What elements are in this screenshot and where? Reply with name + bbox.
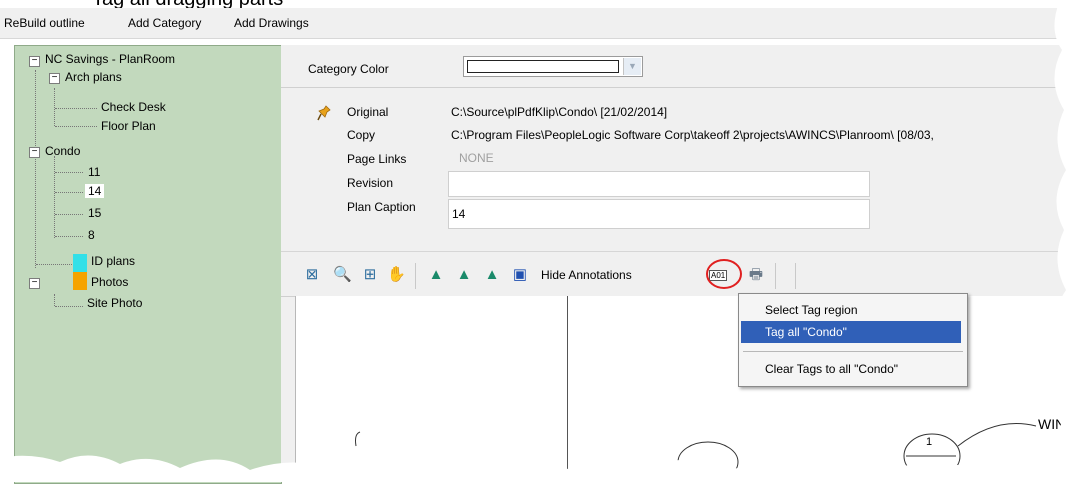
plan-caption-field[interactable]: 14: [448, 199, 870, 229]
category-tree[interactable]: − NC Savings - PlanRoom − Arch plans Che…: [14, 45, 282, 484]
drawing-bubble-label: 1: [926, 436, 933, 448]
zoom-100-icon[interactable]: 🔍: [333, 266, 352, 284]
add-category-menu[interactable]: Add Category: [128, 16, 201, 30]
page-links-value: NONE: [459, 151, 494, 165]
collapse-root-icon[interactable]: −: [29, 56, 40, 67]
tree-line: [55, 214, 83, 215]
toolbar-separator: [775, 263, 776, 289]
category-color-row: Category Color ▼: [281, 45, 1078, 88]
zoom-area-icon[interactable]: ⊞: [361, 266, 379, 284]
tree-line: [36, 264, 74, 265]
tree-line: [55, 306, 83, 307]
save-icon[interactable]: ▣: [511, 266, 529, 284]
tree-node-photos[interactable]: Photos: [91, 275, 128, 289]
tree-line: [54, 88, 55, 126]
page-links-label: Page Links: [347, 152, 407, 166]
tree-node-condo[interactable]: Condo: [45, 144, 80, 158]
tree-node-root[interactable]: NC Savings - PlanRoom: [45, 52, 175, 66]
add-drawings-menu[interactable]: Add Drawings: [234, 16, 309, 30]
properties-panel: Category Color ▼ Original C:\Source\plPd…: [281, 45, 1078, 482]
tree-node-8[interactable]: 8: [88, 228, 95, 242]
tree-line: [54, 156, 55, 238]
pan-hand-icon[interactable]: ✋: [387, 266, 406, 284]
tree-node-14-selected[interactable]: 14: [85, 184, 105, 198]
chevron-down-icon[interactable]: ▼: [623, 58, 641, 75]
tree-line: [55, 108, 97, 109]
tree-node-11[interactable]: 11: [88, 165, 100, 179]
menu-separator: [743, 351, 963, 352]
drawing-text-fragment: WIN: [1038, 416, 1066, 432]
category-color-dropdown[interactable]: ▼: [463, 56, 643, 77]
title-fragment: Tag all dragging parts: [92, 0, 283, 8]
mountain-rotate-icon[interactable]: ▲: [455, 266, 473, 284]
rebuild-outline-menu[interactable]: ReBuild outline: [4, 16, 85, 30]
menu-item-tag-all-condo[interactable]: Tag all "Condo": [741, 321, 961, 343]
toolbar-separator: [415, 263, 416, 289]
tree-node-check-desk[interactable]: Check Desk: [101, 100, 166, 114]
hide-annotations-button[interactable]: Hide Annotations: [541, 268, 632, 282]
title-fragment-strip: Tag all dragging parts: [0, 0, 1078, 8]
pin-icon[interactable]: [317, 105, 331, 121]
print-icon[interactable]: 🖶: [747, 266, 765, 284]
revision-label: Revision: [347, 176, 394, 190]
tree-line: [55, 192, 83, 193]
photos-color-swatch: [73, 272, 87, 290]
copy-value: C:\Program Files\PeopleLogic Software Co…: [451, 128, 934, 142]
tree-line: [55, 236, 83, 237]
toolbar-separator: [795, 263, 796, 289]
original-value: C:\Source\plPdfKlip\Condo\ [21/02/2014]: [451, 105, 668, 119]
menu-bar: ReBuild outline Add Category Add Drawing…: [0, 8, 1060, 39]
highlight-circle: [706, 259, 742, 289]
viewer-toolbar: ⊠ 🔍 ⊞ ✋ ▲ ▲ ▲ ▣ Hide Annotations A01 🖶: [281, 251, 1078, 297]
menu-item-select-tag-region[interactable]: Select Tag region: [741, 299, 961, 321]
tree-line: [35, 70, 36, 268]
tree-line: [54, 294, 55, 306]
collapse-condo-icon[interactable]: −: [29, 147, 40, 158]
tag-context-menu: Select Tag region Tag all "Condo" Clear …: [738, 293, 968, 387]
fit-page-icon[interactable]: ⊠: [303, 266, 321, 284]
tree-node-id-plans[interactable]: ID plans: [91, 254, 135, 268]
tree-line: [55, 126, 97, 127]
color-preview: [467, 60, 619, 73]
copy-label: Copy: [347, 128, 376, 142]
revision-field[interactable]: [448, 171, 870, 197]
collapse-arch-icon[interactable]: −: [49, 73, 60, 84]
plan-caption-value: 14: [452, 207, 466, 221]
original-label: Original: [347, 105, 389, 119]
plan-caption-label: Plan Caption: [347, 200, 416, 214]
tree-node-arch-plans[interactable]: Arch plans: [65, 70, 122, 84]
tree-node-floor-plan[interactable]: Floor Plan: [101, 119, 156, 133]
category-color-label: Category Color: [308, 62, 389, 76]
id-plans-color-swatch: [73, 254, 87, 272]
menu-item-clear-tags[interactable]: Clear Tags to all "Condo": [741, 358, 961, 380]
collapse-photos-icon[interactable]: −: [29, 278, 40, 289]
mountain-left-icon[interactable]: ▲: [427, 266, 445, 284]
mountain-right-icon[interactable]: ▲: [483, 266, 501, 284]
tree-node-site-photo[interactable]: Site Photo: [87, 296, 142, 310]
tree-line: [55, 172, 83, 173]
tree-node-15[interactable]: 15: [88, 206, 101, 220]
